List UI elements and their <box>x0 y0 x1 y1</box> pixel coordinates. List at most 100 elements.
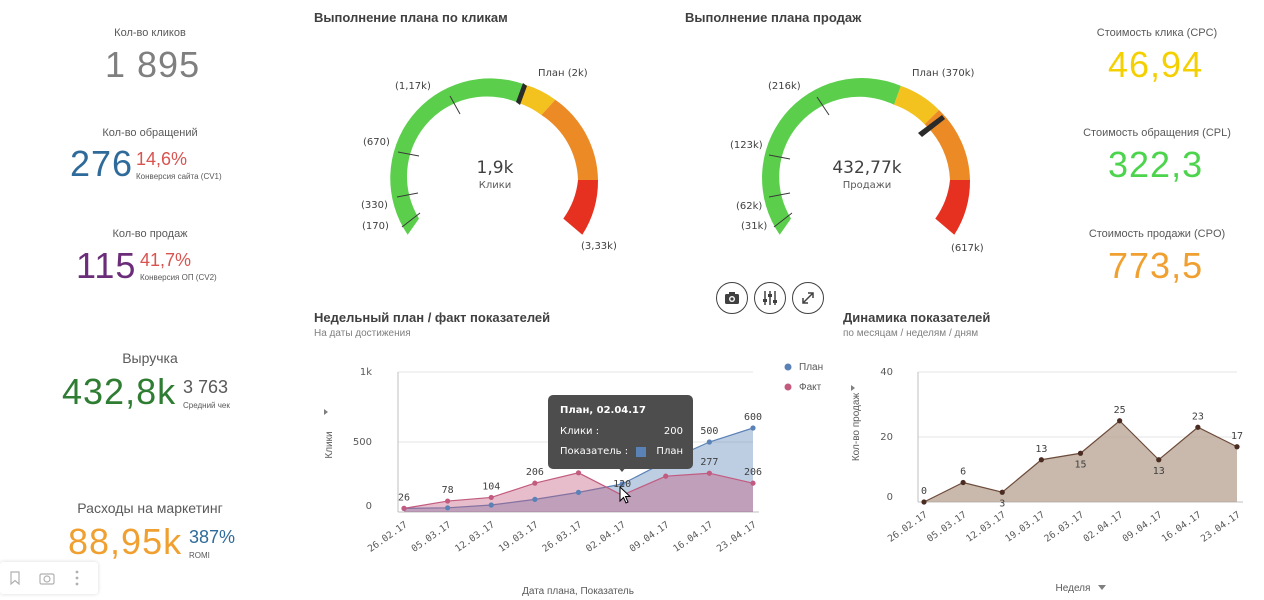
legend-plan-label[interactable]: План <box>799 362 823 373</box>
weekly-legend[interactable]: План Факт <box>784 362 824 393</box>
x-tick-label-4: 26.03.17 <box>540 519 584 554</box>
point-series-0-4[interactable] <box>1077 450 1084 456</box>
dynamics-x-ticks: 26.02.1705.03.1712.03.1719.03.1726.03.17… <box>886 509 1243 544</box>
tooltip-indicator-label: Показатель : <box>560 446 629 457</box>
gauge-clicks-max: (3,33k) <box>581 241 617 252</box>
cpl-value: 322,3 <box>1108 144 1204 185</box>
gauge-clicks-arc <box>390 78 599 235</box>
marketing-label: Расходы на маркетинг <box>77 500 223 516</box>
point-series-1-0[interactable] <box>401 505 407 511</box>
point-series-0-1[interactable] <box>445 505 451 511</box>
data-label-8: 500 <box>700 426 718 437</box>
camera-icon <box>725 292 739 304</box>
dynamics-ytick-40: 40 <box>880 367 893 378</box>
point-series-0-1[interactable] <box>960 479 966 486</box>
gauge-sales-tick-1: (31k) <box>741 221 767 232</box>
gauge-clicks-plan-label: План (2k) <box>538 68 588 79</box>
point-series-0-4[interactable] <box>575 489 582 495</box>
adjust-button[interactable] <box>754 282 786 314</box>
point-series-0-5[interactable] <box>1117 418 1123 424</box>
data-label-3: 206 <box>526 467 544 478</box>
snapshot-small-icon[interactable] <box>39 571 55 585</box>
x-tick-label-8: 23.04.17 <box>715 519 759 554</box>
snapshot-button[interactable] <box>716 282 748 314</box>
point-series-0-3[interactable] <box>532 496 538 502</box>
weekly-ytick-500: 500 <box>353 437 372 448</box>
point-series-0-7[interactable] <box>1195 424 1201 430</box>
dyn-data-label-4: 15 <box>1074 459 1086 470</box>
dynamics-chart[interactable]: 0 6 3 13 15 25 13 23 17 26.02.1705.03.1712.03.17… <box>845 355 1255 600</box>
gauge-sales-tick-2: (62k) <box>736 201 762 212</box>
gauge-clicks-center-value: 1,9k <box>477 158 514 178</box>
leads-value: 276 <box>70 143 134 184</box>
expand-button[interactable] <box>792 282 824 314</box>
point-series-0-6[interactable] <box>1156 457 1162 463</box>
leads-conversion-label: Конверсия сайта (CV1) <box>136 172 222 181</box>
clicks-value: 1 895 <box>105 44 201 85</box>
x-tick-label-5: 02.04.17 <box>584 519 628 554</box>
gauge-sales-green <box>762 78 901 235</box>
gauge-sales-center-value: 432,77k <box>832 158 901 178</box>
clicks-label: Кол-во кликов <box>114 27 186 39</box>
avg-check-label: Средний чек <box>183 401 230 410</box>
point-series-0-7[interactable] <box>706 439 712 445</box>
weekly-xlabel[interactable]: Дата плана, Показатель <box>522 586 634 597</box>
point-series-1-4[interactable] <box>575 470 582 476</box>
point-series-0-8[interactable] <box>1234 444 1240 450</box>
leads-label: Кол-во обращений <box>102 127 198 139</box>
sales-label: Кол-во продаж <box>112 228 188 240</box>
point-series-1-2[interactable] <box>488 494 494 501</box>
gauge-clicks-tick-1: (170) <box>362 221 389 232</box>
x-tick-label-8: 23.04.17 <box>1199 509 1243 544</box>
dyn-data-label-2: 3 <box>999 498 1005 509</box>
weekly-ylabel[interactable]: Клики <box>324 431 335 458</box>
x-tick-label-7: 16.04.17 <box>671 519 715 554</box>
dynamics-ylabel-sort-icon <box>851 385 855 391</box>
gauge-sales-orange <box>924 110 970 180</box>
point-series-0-2[interactable] <box>999 489 1005 495</box>
dynamics-ytick-0: 0 <box>887 492 893 503</box>
x-tick-label-5: 02.04.17 <box>1082 509 1126 544</box>
legend-fact-label[interactable]: Факт <box>799 382 822 393</box>
avg-check-value: 3 763 <box>183 377 229 397</box>
x-tick-label-2: 12.03.17 <box>453 519 497 554</box>
x-tick-label-4: 26.03.17 <box>1042 509 1086 544</box>
data-label-7: 206 <box>744 467 762 478</box>
legend-fact-dot <box>784 383 792 391</box>
x-tick-label-2: 12.03.17 <box>964 509 1008 544</box>
bookmark-icon[interactable] <box>10 571 20 585</box>
weekly-chart[interactable]: 2678104206120256277206500600 26.02.1705.… <box>310 355 835 600</box>
dyn-data-label-3: 13 <box>1035 444 1047 455</box>
more-options-icon[interactable] <box>74 569 80 587</box>
tooltip-indicator-value: План <box>656 446 683 457</box>
dynamics-ylabel[interactable]: Кол-во продаж <box>851 393 862 462</box>
tooltip-title: План, 02.04.17 <box>560 405 646 416</box>
gauge-sales-tick-4: (216k) <box>768 81 801 92</box>
dyn-data-label-7: 23 <box>1192 411 1204 422</box>
dynamics-xlabel[interactable]: Неделя <box>1056 583 1091 594</box>
point-series-0-8[interactable] <box>750 425 756 431</box>
cpc-label: Стоимость клика (CPC) <box>1096 27 1218 39</box>
sales-conversion: 41,7% <box>140 250 192 270</box>
sales-value: 115 <box>76 245 137 286</box>
gauge-clicks-title: Выполнение плана по кликам <box>314 10 508 25</box>
point-series-1-7[interactable] <box>706 470 712 476</box>
gauge-clicks-tick-2: (330) <box>361 200 388 211</box>
point-series-0-3[interactable] <box>1038 457 1044 463</box>
dyn-data-label-8: 17 <box>1231 431 1243 442</box>
gauge-sales: 432,77k Продажи План (370k) (31k) (62k) … <box>730 68 984 254</box>
x-tick-label-1: 05.03.17 <box>410 519 454 554</box>
point-series-1-3[interactable] <box>532 480 538 486</box>
cpc-value: 46,94 <box>1108 44 1204 85</box>
revenue-label: Выручка <box>122 350 178 366</box>
point-series-1-8[interactable] <box>750 480 756 486</box>
romi-label: ROMI <box>189 551 210 560</box>
x-tick-label-3: 19.03.17 <box>1003 509 1047 544</box>
gauge-clicks-center-label: Клики <box>479 180 512 191</box>
expand-icon <box>802 292 814 304</box>
point-series-1-1[interactable] <box>445 498 451 504</box>
point-series-0-0[interactable] <box>921 499 927 505</box>
floating-actions <box>0 562 98 594</box>
point-series-1-6[interactable] <box>663 473 669 479</box>
point-series-0-2[interactable] <box>488 502 494 508</box>
